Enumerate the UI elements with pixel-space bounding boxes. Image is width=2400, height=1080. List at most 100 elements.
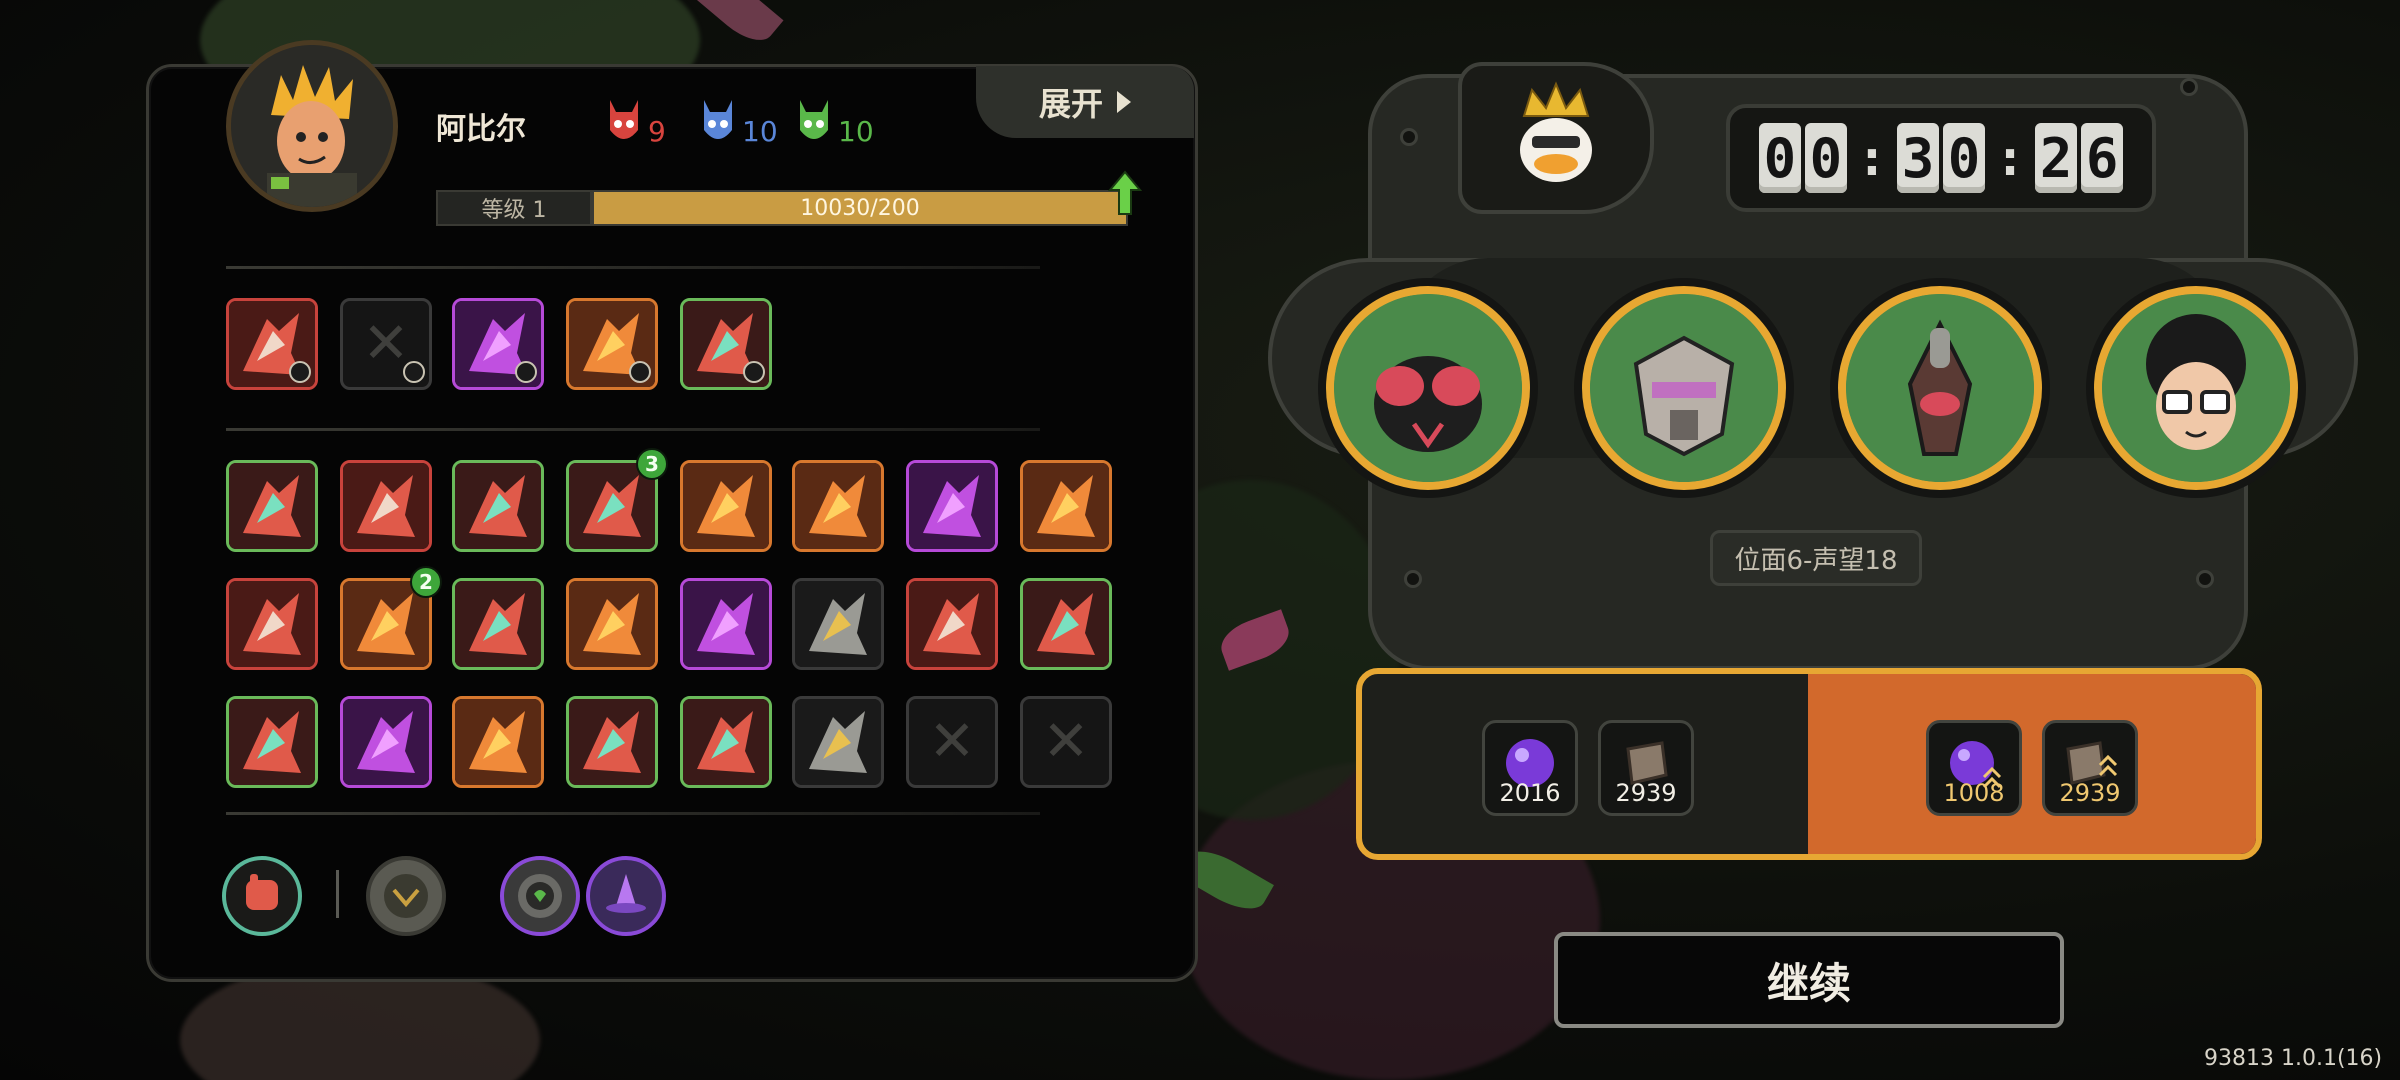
divider xyxy=(226,812,1040,815)
gold-mask-icon xyxy=(1023,463,1109,549)
skill-slot[interactable] xyxy=(340,460,432,552)
timer-colon: : xyxy=(1995,129,2026,187)
boss-portrait[interactable] xyxy=(1458,62,1654,214)
skill-slot[interactable] xyxy=(680,578,772,670)
timer-digit: 2 xyxy=(2035,123,2078,193)
countdown-timer: 0 0 : 3 0 : 2 6 xyxy=(1726,104,2156,212)
beast-gray-icon xyxy=(795,699,881,785)
skill-slot[interactable] xyxy=(680,298,772,390)
equipment-separator xyxy=(336,870,339,918)
twist-icon xyxy=(455,581,541,667)
hero-avatar[interactable] xyxy=(226,40,398,212)
skill-slot[interactable] xyxy=(566,578,658,670)
fly-creature-icon xyxy=(1334,294,1522,482)
version-label: 93813 1.0.1(16) xyxy=(2204,1046,2383,1071)
level-up-arrow-icon[interactable] xyxy=(1106,170,1144,218)
timer-digit: 0 xyxy=(1943,123,1985,193)
skill-type-badge-icon xyxy=(515,361,537,383)
timer-digit: 0 xyxy=(1804,123,1847,193)
skill-slot[interactable] xyxy=(340,696,432,788)
screw-icon xyxy=(1404,570,1422,588)
skill-slot[interactable] xyxy=(1020,460,1112,552)
timer-digit: 6 xyxy=(2081,123,2124,193)
hero-name: 阿比尔 xyxy=(436,112,526,147)
stack-count-badge: 3 xyxy=(636,448,668,480)
star-orb-icon xyxy=(909,463,995,549)
mantis-icon xyxy=(1846,294,2034,482)
skill-slot[interactable]: ✕ xyxy=(906,696,998,788)
rocks-icon xyxy=(455,699,541,785)
skill-slot[interactable] xyxy=(906,578,998,670)
spears-icon xyxy=(229,581,315,667)
skill-slot[interactable] xyxy=(452,578,544,670)
opponent-glasses-kid[interactable] xyxy=(2094,286,2298,490)
crowned-duck-icon xyxy=(1520,81,1592,182)
skill-slot[interactable] xyxy=(226,460,318,552)
blue-stat: 10 xyxy=(700,96,778,148)
expand-button[interactable]: 展开 xyxy=(976,66,1194,138)
empty-slot-icon: ✕ xyxy=(928,709,976,774)
skill-slot[interactable] xyxy=(906,460,998,552)
opponent-mantis[interactable] xyxy=(1838,286,2042,490)
skill-slot[interactable] xyxy=(452,696,544,788)
screw-icon xyxy=(2180,78,2198,96)
skill-slot[interactable] xyxy=(226,696,318,788)
skill-slot[interactable] xyxy=(566,696,658,788)
lightning-icon xyxy=(683,581,769,667)
screw-icon xyxy=(1400,128,1418,146)
xp-text: 10030/200 xyxy=(800,195,920,221)
reward-amount: 2939 xyxy=(1615,779,1677,807)
opponent-robot-mask[interactable] xyxy=(1582,286,1786,490)
skill-slot[interactable] xyxy=(792,696,884,788)
skill-slot[interactable]: ✕ xyxy=(1020,696,1112,788)
skill-slot[interactable] xyxy=(226,578,318,670)
empty-slot-icon: ✕ xyxy=(1042,709,1090,774)
skill-slot[interactable] xyxy=(792,578,884,670)
boosted-reward-section xyxy=(1808,674,2256,854)
glasses-kid-icon xyxy=(2102,294,2290,482)
thorn-eye-icon xyxy=(343,699,429,785)
twin-blades-icon xyxy=(795,463,881,549)
stack-count-badge: 2 xyxy=(410,566,442,598)
red-mask-icon xyxy=(610,100,638,139)
green-mask-icon xyxy=(800,100,828,139)
witch-hat-icon[interactable] xyxy=(586,856,666,936)
divider xyxy=(226,428,1040,431)
skill-slot[interactable] xyxy=(680,696,772,788)
arrows-icon xyxy=(229,699,315,785)
skill-slot[interactable]: ✕ xyxy=(340,298,432,390)
beast-coin-icon[interactable] xyxy=(366,856,446,936)
blue-stat-value: 10 xyxy=(742,115,778,148)
expand-label: 展开 xyxy=(1038,85,1103,123)
vortex-icon xyxy=(909,581,995,667)
reward-amount: 2016 xyxy=(1499,779,1561,807)
timer-digit: 0 xyxy=(1758,123,1801,193)
reward-orb-boosted: 1008 xyxy=(1926,720,2022,816)
blades-icon xyxy=(229,463,315,549)
timer-seconds: 2 6 xyxy=(2035,123,2124,193)
skill-slot[interactable] xyxy=(792,460,884,552)
reward-book: 2939 xyxy=(1598,720,1694,816)
reward-amount: 2939 xyxy=(2059,779,2121,807)
robot-mask-icon xyxy=(1590,294,1778,482)
skill-slot[interactable] xyxy=(452,460,544,552)
dagger-icon xyxy=(455,463,541,549)
red-stat: 9 xyxy=(606,96,666,148)
reward-book-boosted: 2939 xyxy=(2042,720,2138,816)
opponent-fly-creature[interactable] xyxy=(1326,286,1530,490)
skill-slot[interactable] xyxy=(566,298,658,390)
shield-orb-icon xyxy=(569,581,655,667)
skill-slot[interactable] xyxy=(226,298,318,390)
skill-slot[interactable] xyxy=(1020,578,1112,670)
fist-icon[interactable] xyxy=(222,856,302,936)
skill-type-badge-icon xyxy=(403,361,425,383)
teeth-icon xyxy=(683,463,769,549)
heart-orb-icon[interactable] xyxy=(500,856,580,936)
reward-orb: 2016 xyxy=(1482,720,1578,816)
green-stat-value: 10 xyxy=(838,115,874,148)
continue-button[interactable]: 继续 xyxy=(1554,932,2064,1028)
timer-hours: 0 0 xyxy=(1758,123,1847,193)
blue-mask-icon xyxy=(704,100,732,139)
skill-slot[interactable] xyxy=(680,460,772,552)
skill-slot[interactable] xyxy=(452,298,544,390)
